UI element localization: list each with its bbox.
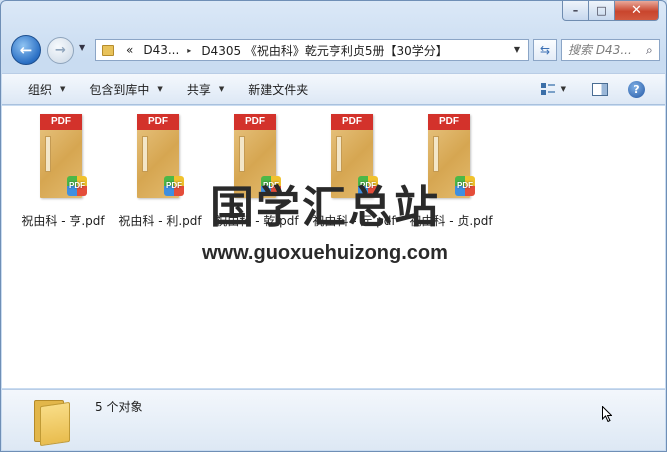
back-button[interactable]: ← [11, 35, 41, 65]
new-folder-label: 新建文件夹 [248, 82, 309, 97]
chevron-down-icon: ▼ [157, 85, 163, 93]
arrow-right-icon: → [55, 43, 66, 58]
folder-icon [102, 44, 114, 56]
view-options-chevron-icon[interactable]: ▼ [561, 85, 566, 93]
book-title-strip [433, 136, 439, 172]
file-item[interactable]: PDF PDF 祝由科 - 亨.pdf [15, 114, 111, 229]
explorer-window: – □ ✕ ← → ▼ « D43... ▸ D4305 《祝由科》乾元亨利贞5… [0, 0, 667, 452]
pdf-label: PDF [331, 114, 373, 130]
pdf-badge-icon: PDF [164, 176, 184, 196]
refresh-button[interactable]: ⇆ [533, 39, 557, 61]
breadcrumb: « D43... ▸ D4305 《祝由科》乾元亨利贞5册【30学分】 [126, 42, 448, 59]
mouse-cursor-icon [602, 406, 612, 422]
folder-icon [30, 396, 74, 447]
pdf-file-icon: PDF PDF [40, 114, 87, 200]
pdf-file-icon: PDF PDF [137, 114, 184, 200]
organize-label: 组织 [28, 82, 53, 97]
change-view-icon[interactable] [540, 83, 555, 95]
include-in-library-button[interactable]: 包含到库中 ▼ [89, 81, 162, 98]
minimize-button[interactable]: – [562, 1, 589, 21]
new-folder-button[interactable]: 新建文件夹 [248, 81, 308, 98]
share-button[interactable]: 共享 ▼ [187, 81, 224, 98]
chevron-down-icon: ▼ [79, 43, 86, 52]
breadcrumb-overflow[interactable]: « [126, 43, 133, 57]
file-name: 祝由科 - 利.pdf [118, 214, 202, 228]
search-input[interactable] [568, 43, 646, 57]
caption-buttons: – □ ✕ [562, 1, 659, 21]
watermark-url: www.guoxuehuizong.com [202, 242, 448, 264]
forward-button[interactable]: → [47, 37, 74, 64]
pdf-label: PDF [40, 114, 82, 130]
refresh-icon: ⇆ [539, 43, 551, 57]
pdf-badge-icon: PDF [455, 176, 475, 196]
command-bar: 组织 ▼ 包含到库中 ▼ 共享 ▼ 新建文件夹 ▼ ? [2, 73, 665, 105]
recent-pages-button[interactable]: ▼ [79, 43, 85, 52]
file-name: 祝由科 - 亨.pdf [21, 214, 105, 228]
navigation-bar: ← → ▼ « D43... ▸ D4305 《祝由科》乾元亨利贞5册【30学分… [9, 34, 660, 66]
chevron-down-icon: ▼ [218, 85, 225, 93]
book-title-strip [142, 136, 148, 172]
file-list: PDF PDF 祝由科 - 亨.pdf PDF PDF 祝由科 - 利.pdf … [2, 106, 665, 388]
pdf-label: PDF [428, 114, 470, 130]
file-item[interactable]: PDF PDF 祝由科 - 利.pdf [112, 114, 208, 229]
search-icon[interactable]: ⌕ [646, 43, 653, 58]
breadcrumb-separator-icon[interactable]: ▸ [187, 46, 191, 55]
pdf-badge-icon: PDF [67, 176, 87, 196]
breadcrumb-item-current[interactable]: D4305 《祝由科》乾元亨利贞5册【30学分】 [201, 42, 448, 59]
book-title-strip [45, 136, 51, 172]
watermark-logo: 国学汇总站 [210, 182, 440, 233]
include-in-library-label: 包含到库中 [89, 82, 150, 97]
address-bar[interactable]: « D43... ▸ D4305 《祝由科》乾元亨利贞5册【30学分】 ▼ [95, 39, 529, 61]
maximize-button[interactable]: □ [589, 1, 615, 21]
breadcrumb-item-parent[interactable]: D43... [143, 43, 179, 57]
close-button[interactable]: ✕ [615, 1, 659, 21]
details-pane: 5 个对象 [2, 389, 665, 450]
arrow-left-icon: ← [19, 41, 33, 59]
item-count: 5 个对象 [95, 400, 143, 414]
organize-button[interactable]: 组织 ▼ [28, 81, 65, 98]
pdf-label: PDF [234, 114, 276, 130]
chevron-down-icon: ▼ [60, 85, 66, 93]
share-label: 共享 [186, 82, 211, 97]
book-title-strip [336, 136, 342, 172]
search-box: ⌕ [561, 39, 660, 61]
address-dropdown-icon[interactable]: ▼ [514, 45, 520, 54]
folder-front [40, 401, 70, 447]
preview-pane-icon[interactable] [592, 82, 608, 96]
book-title-strip [239, 136, 245, 172]
toolbar-right: ▼ ? [540, 74, 665, 104]
help-icon[interactable]: ? [628, 80, 645, 98]
pdf-label: PDF [137, 114, 179, 130]
